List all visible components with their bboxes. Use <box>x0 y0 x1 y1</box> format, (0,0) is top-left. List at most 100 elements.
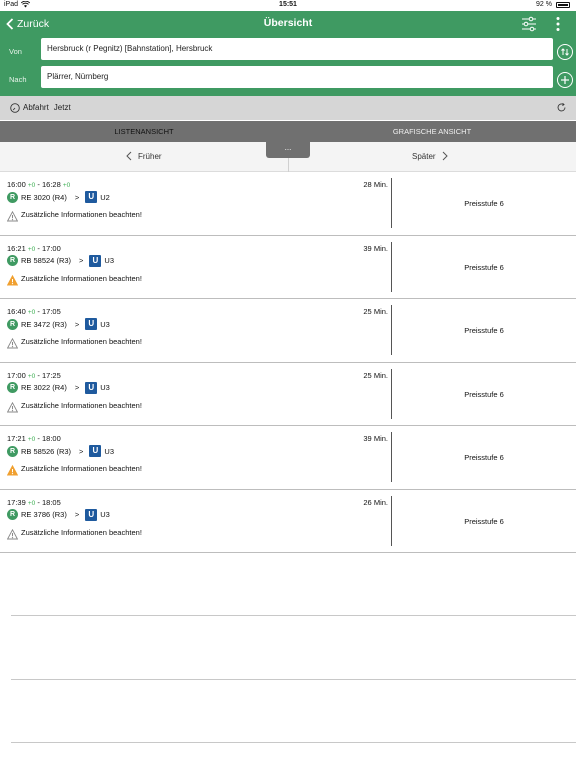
tab-graphic-view[interactable]: GRAFISCHE ANSICHT <box>288 121 576 142</box>
arrival-time: 18:00 <box>41 434 61 443</box>
subway-badge: U <box>85 508 98 521</box>
trip-times: 16:40 +0 - 17:05 <box>7 307 61 316</box>
subway-badge: U <box>89 445 102 457</box>
train-name: RB 58524 (R3) <box>21 256 72 265</box>
subway-line: U3 <box>100 383 110 392</box>
trip-times: 16:21 +0 - 17:00 <box>7 244 61 253</box>
empty-row-divider <box>11 679 576 680</box>
trip-notice: Zusätzliche Informationen beachten! <box>7 271 142 286</box>
transfer-arrow: > <box>74 383 80 392</box>
notice-text: Zusätzliche Informationen beachten! <box>21 273 142 283</box>
to-field[interactable]: Plärrer, Nürnberg <box>41 66 553 88</box>
earlier-label: Früher <box>138 151 162 161</box>
trip-times: 17:00 +0 - 17:25 <box>7 371 61 380</box>
regional-train-badge: R <box>7 445 18 457</box>
subway-badge: U <box>85 381 98 394</box>
swap-icon <box>561 48 569 56</box>
departure-time: 17:00 <box>7 370 26 380</box>
arrival-delay: +0 <box>62 182 71 189</box>
status-time: 15:51 <box>279 1 297 8</box>
trip-row[interactable]: 16:21 +0 - 17:00 R RB 58524 (R3) > U U3 … <box>0 236 576 299</box>
train-name: RE 3472 (R3) <box>21 319 67 329</box>
departure-delay: +0 <box>27 182 36 189</box>
departure-time: 17:39 <box>7 497 26 507</box>
pager-handle[interactable]: ... <box>266 142 310 158</box>
notice-text: Zusätzliche Informationen beachten! <box>21 210 142 219</box>
notice-text: Zusätzliche Informationen beachten! <box>21 527 142 537</box>
departure-time: 17:21 <box>7 434 26 443</box>
trip-connection: R RB 58526 (R3) > U U3 <box>7 445 114 457</box>
vertical-ellipsis-icon[interactable] <box>550 16 566 32</box>
later-label: Später <box>412 151 436 161</box>
sliders-icon[interactable] <box>520 16 538 32</box>
trip-times: 17:21 +0 - 18:00 <box>7 434 61 443</box>
notice-text: Zusätzliche Informationen beachten! <box>21 400 142 410</box>
notice-text: Zusätzliche Informationen beachten! <box>21 464 142 473</box>
trip-row[interactable]: 16:00 +0 - 16:28 +0 R RE 3020 (R4) > U U… <box>0 172 576 236</box>
transfer-arrow: > <box>74 319 80 329</box>
warning-triangle-icon <box>7 338 18 349</box>
departure-delay: +0 <box>27 372 36 380</box>
trip-duration: 28 Min. <box>363 180 388 189</box>
trip-connection: R RB 58524 (R3) > U U3 <box>7 254 115 267</box>
regional-train-badge: R <box>7 318 18 330</box>
train-name: RE 3020 (R4) <box>21 192 67 202</box>
trip-times: 17:39 +0 - 18:05 <box>7 498 61 507</box>
later-button[interactable]: Später <box>412 151 448 161</box>
regional-train-badge: R <box>7 191 18 203</box>
warning-triangle-icon <box>7 274 18 285</box>
arrival-time: 18:05 <box>41 497 61 507</box>
trip-price: Preisstufe 6 <box>464 326 504 335</box>
trip-duration: 26 Min. <box>363 497 388 507</box>
warning-triangle-icon <box>7 465 18 476</box>
trip-notice: Zusätzliche Informationen beachten! <box>7 334 142 349</box>
departure-time-row[interactable]: Abfahrt Jetzt <box>0 96 576 120</box>
departure-time: 16:21 <box>7 243 26 253</box>
notice-text: Zusätzliche Informationen beachten! <box>21 337 142 346</box>
view-tabs: LISTENANSICHT GRAFISCHE ANSICHT <box>0 121 576 142</box>
warning-triangle-icon <box>7 528 18 539</box>
swap-button[interactable] <box>557 44 573 60</box>
train-name: RB 58526 (R3) <box>21 446 72 456</box>
arrival-time: 17:25 <box>41 370 61 380</box>
refresh-icon[interactable] <box>556 102 567 113</box>
trip-notice: Zusätzliche Informationen beachten! <box>7 398 142 413</box>
departure-text: Abfahrt Jetzt <box>23 103 71 112</box>
departure-time: 16:00 <box>7 180 26 189</box>
trip-row[interactable]: 17:00 +0 - 17:25 R RE 3022 (R4) > U U3 Z… <box>0 363 576 426</box>
add-via-button[interactable] <box>557 72 573 88</box>
from-field[interactable]: Hersbruck (r Pegnitz) [Bahnstation], Her… <box>41 38 553 60</box>
departure-value: Jetzt <box>53 103 71 112</box>
transfer-arrow: > <box>79 256 84 265</box>
chevron-left-icon <box>126 151 132 161</box>
tab-list-view[interactable]: LISTENANSICHT <box>0 121 288 142</box>
plus-icon <box>561 76 569 84</box>
arrival-time: 16:28 <box>41 180 61 189</box>
trip-duration: 39 Min. <box>363 243 388 253</box>
trip-notice: Zusätzliche Informationen beachten! <box>7 525 142 540</box>
trip-duration: 25 Min. <box>363 307 388 316</box>
train-name: RE 3022 (R4) <box>21 383 67 392</box>
subway-badge: U <box>85 318 98 330</box>
battery-percent: 92 % <box>536 1 552 8</box>
subway-badge: U <box>89 254 102 267</box>
subway-line: U3 <box>104 446 115 456</box>
subway-badge: U <box>85 191 98 203</box>
subway-line: U3 <box>100 510 110 519</box>
empty-row-divider <box>11 742 576 743</box>
trip-row[interactable]: 17:21 +0 - 18:00 R RB 58526 (R3) > U U3 … <box>0 426 576 490</box>
empty-row-divider <box>11 615 576 616</box>
transfer-arrow: > <box>74 192 80 202</box>
earlier-button[interactable]: Früher <box>126 151 162 161</box>
battery-icon <box>556 1 570 8</box>
departure-time: 16:40 <box>7 307 26 316</box>
status-bar: iPad 15:51 92 % <box>0 0 576 11</box>
train-name: RE 3786 (R3) <box>21 510 67 519</box>
from-label: Von <box>9 47 22 56</box>
trip-row[interactable]: 16:40 +0 - 17:05 R RE 3472 (R3) > U U3 Z… <box>0 299 576 363</box>
trip-price: Preisstufe 6 <box>464 199 504 208</box>
subway-line: U3 <box>104 256 115 265</box>
trip-row[interactable]: 17:39 +0 - 18:05 R RE 3786 (R3) > U U3 Z… <box>0 490 576 553</box>
clock-icon <box>10 103 20 113</box>
page-title: Übersicht <box>263 17 313 29</box>
